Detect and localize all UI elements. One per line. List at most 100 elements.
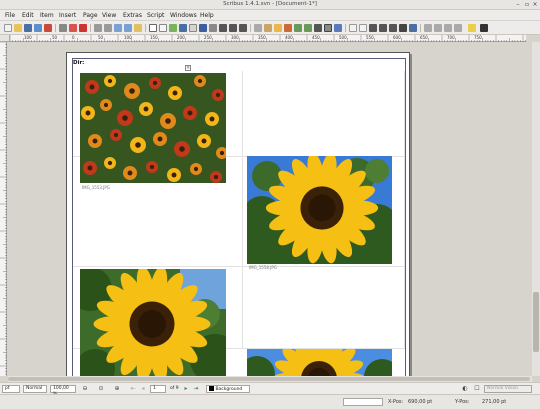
copy-icon[interactable] (124, 24, 132, 32)
new-document-icon[interactable] (4, 24, 12, 32)
menu-script[interactable]: Script (147, 12, 164, 19)
toggle-preview-icon[interactable]: ☐ (474, 386, 480, 392)
menu-windows[interactable]: Windows (170, 12, 197, 19)
document-canvas[interactable]: Dir: × IMG_1553.JPG IMG_1558.JPG (8, 42, 532, 376)
pdf-check-box-icon[interactable] (369, 24, 377, 32)
vertical-scrollbar[interactable] (532, 42, 540, 376)
pdf-push-button-icon[interactable] (349, 24, 357, 32)
link-frames-icon[interactable] (294, 24, 302, 32)
render-frame-icon[interactable] (179, 24, 187, 32)
image-frame-icon[interactable] (169, 24, 177, 32)
layer-name: Background (215, 387, 243, 392)
unit-select[interactable]: pt (2, 385, 20, 393)
zoom-icon[interactable] (264, 24, 272, 32)
y-pos-label: Y-Pos: (455, 399, 470, 405)
first-page-icon[interactable]: ⇤ (130, 386, 136, 392)
image-preview-quality-select[interactable]: Normal (23, 385, 47, 393)
preflight-icon[interactable] (69, 24, 77, 32)
paste-icon[interactable] (134, 24, 142, 32)
scrapbook-icon[interactable] (454, 24, 462, 32)
redo-icon[interactable] (104, 24, 112, 32)
pdf-link-annotation-icon[interactable] (409, 24, 417, 32)
menu-item[interactable]: Item (40, 12, 54, 19)
zoom-input[interactable]: 100,00 % (50, 385, 76, 397)
save-icon[interactable] (24, 24, 32, 32)
pdf-text-annotation-icon[interactable] (399, 24, 407, 32)
status-message-box (343, 398, 383, 406)
image-frame-flowers[interactable] (80, 73, 226, 183)
layers-icon[interactable] (434, 24, 442, 32)
document-page[interactable]: Dir: × IMG_1553.JPG IMG_1558.JPG (66, 52, 410, 376)
freehand-icon[interactable] (239, 24, 247, 32)
ruler-label: 550 (366, 35, 374, 40)
menu-insert[interactable]: Insert (59, 12, 76, 19)
vertical-ruler[interactable] (0, 42, 7, 376)
shape-icon[interactable] (199, 24, 207, 32)
menu-file[interactable]: File (5, 12, 15, 19)
table-icon[interactable] (189, 24, 197, 32)
line-icon[interactable] (219, 24, 227, 32)
image-frame-sunflower[interactable] (247, 349, 392, 376)
toolbar-separator (250, 24, 251, 32)
edit-contents-icon[interactable] (274, 24, 282, 32)
view-mode-select[interactable]: Normal Vision (484, 385, 532, 393)
copy-properties-icon[interactable] (324, 24, 332, 32)
unlink-frames-icon[interactable] (304, 24, 312, 32)
zoom-out-icon[interactable]: ⊖ (82, 386, 88, 392)
preview-mode-icon[interactable]: ◐ (462, 386, 468, 392)
ruler-corner[interactable] (0, 35, 10, 42)
save-as-icon[interactable] (34, 24, 42, 32)
directory-heading: Dir: (73, 60, 85, 66)
zoom-100-icon[interactable]: ⊙ (98, 386, 104, 392)
maximize-icon[interactable]: ▫ (523, 1, 531, 8)
edit-text-icon[interactable] (284, 24, 292, 32)
menu-page[interactable]: Page (83, 12, 98, 19)
rotate-icon[interactable] (254, 24, 262, 32)
layer-select[interactable]: Background (206, 385, 250, 393)
close-icon[interactable]: × (531, 1, 539, 8)
page-count-label: of 9 (170, 386, 179, 391)
print-icon[interactable] (59, 24, 67, 32)
export-pdf-icon[interactable] (79, 24, 87, 32)
eye-dropper-icon[interactable] (334, 24, 342, 32)
story-editor-icon[interactable] (424, 24, 432, 32)
pdf-combo-box-icon[interactable] (379, 24, 387, 32)
toolbar-separator (145, 24, 146, 32)
image-caption: IMG_1558.JPG (249, 265, 277, 270)
polygon-icon[interactable] (209, 24, 217, 32)
minimize-icon[interactable]: – (514, 1, 522, 8)
pdf-text-field-icon[interactable] (359, 24, 367, 32)
ruler-label: 450 (312, 35, 320, 40)
horizontal-ruler[interactable]: 100 50 0 50 100 150 200 250 300 350 400 … (10, 35, 526, 42)
ruler-label: 50 (98, 35, 104, 40)
bezier-icon[interactable] (229, 24, 237, 32)
script-icon[interactable] (480, 24, 488, 32)
close-document-icon[interactable] (44, 24, 52, 32)
horizontal-scroll-thumb[interactable] (8, 377, 530, 381)
page-number-input[interactable]: 1 (150, 385, 166, 393)
cut-icon[interactable] (114, 24, 122, 32)
menu-view[interactable]: View (102, 12, 116, 19)
previous-page-icon[interactable]: ◂ (140, 386, 146, 392)
menu-edit[interactable]: Edit (22, 12, 34, 19)
ruler-label: 250 (204, 35, 212, 40)
undo-icon[interactable] (94, 24, 102, 32)
toolbar-separator (55, 24, 56, 32)
open-folder-icon[interactable] (14, 24, 22, 32)
menu-help[interactable]: Help (200, 12, 214, 19)
image-frame-sunflower[interactable] (80, 269, 226, 376)
vertical-scroll-thumb[interactable] (533, 292, 539, 352)
outline-icon[interactable] (444, 24, 452, 32)
zoom-in-icon[interactable]: ⊕ (114, 386, 120, 392)
image-cell (243, 267, 405, 349)
select-item-icon[interactable] (149, 24, 157, 32)
measurements-icon[interactable] (314, 24, 322, 32)
image-frame-sunflower[interactable] (247, 156, 392, 264)
next-page-icon[interactable]: ▸ (183, 386, 189, 392)
pdf-list-box-icon[interactable] (389, 24, 397, 32)
last-page-icon[interactable]: ⇥ (193, 386, 199, 392)
note-icon[interactable] (468, 24, 476, 32)
menu-extras[interactable]: Extras (123, 12, 142, 19)
text-frame-icon[interactable] (159, 24, 167, 32)
ruler-label: 350 (258, 35, 266, 40)
